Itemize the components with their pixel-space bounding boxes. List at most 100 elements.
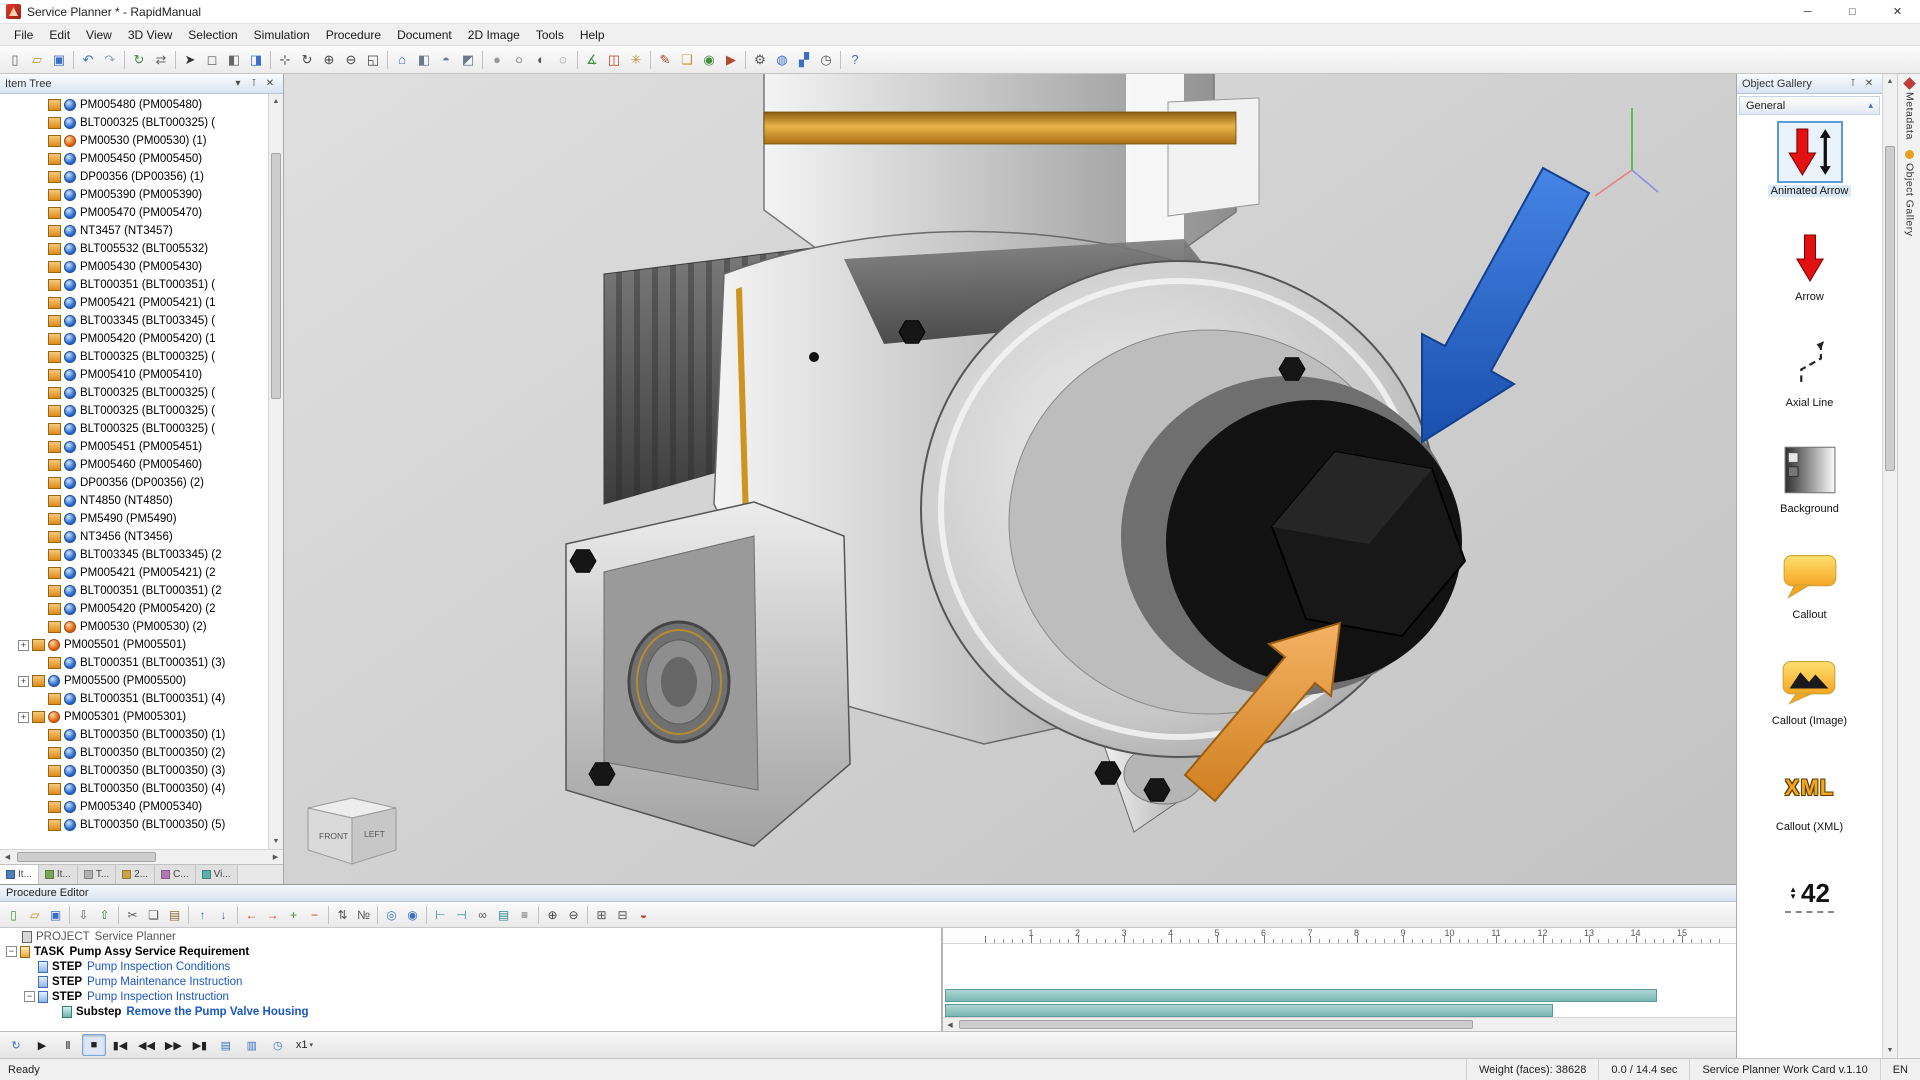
new-document-icon[interactable]: ▯ <box>4 49 26 71</box>
tree-item[interactable]: BLT003345 (BLT003345) (2 <box>0 546 268 564</box>
procedure-row-remove-the-pump-valve-housing[interactable]: Substep Remove the Pump Valve Housing <box>0 1004 941 1019</box>
tree-item[interactable]: PM005421 (PM005421) (1 <box>0 294 268 312</box>
scroll-thumb[interactable] <box>17 852 157 862</box>
chart-icon[interactable]: ▞ <box>793 49 815 71</box>
tree-item[interactable]: PM005460 (PM005460) <box>0 456 268 474</box>
view-top-icon[interactable]: ◓ <box>435 49 457 71</box>
collapse-group-icon[interactable]: ▴ <box>1868 100 1873 111</box>
pan-icon[interactable]: ⊹ <box>274 49 296 71</box>
tree-item[interactable]: PM00530 (PM00530) (1) <box>0 132 268 150</box>
tree-item[interactable]: BLT000350 (BLT000350) (5) <box>0 816 268 834</box>
scroll-right-icon[interactable]: ▶ <box>268 850 283 864</box>
tree-item[interactable]: PM005340 (PM005340) <box>0 798 268 816</box>
panel-tab-3[interactable]: T... <box>77 865 117 884</box>
render-shaded-icon[interactable]: ● <box>486 49 508 71</box>
gallery-item-callout[interactable]: Callout <box>1776 545 1843 621</box>
panel-tab-1[interactable]: It... <box>0 865 39 884</box>
renumber-icon[interactable]: № <box>353 904 374 925</box>
record-video-icon[interactable]: ▶ <box>720 49 742 71</box>
menu-3d-view[interactable]: 3D View <box>120 26 180 44</box>
procedure-timeline[interactable]: 1 2 3 4 5 6 7 8 9 10 11 12 13 14 15 ◀ <box>943 928 1736 1031</box>
timer-icon[interactable]: ◷ <box>815 49 837 71</box>
3d-model[interactable] <box>284 74 1736 884</box>
tree-item[interactable]: + PM005500 (PM005500) <box>0 672 268 690</box>
pin-icon[interactable]: ⊺ <box>1845 76 1861 92</box>
tree-item[interactable]: PM005450 (PM005450) <box>0 150 268 168</box>
minimize-button[interactable]: ─ <box>1785 0 1830 23</box>
tree-item[interactable]: BLT000325 (BLT000325) ( <box>0 420 268 438</box>
procedure-row-pump-maintenance-instruction[interactable]: STEP Pump Maintenance Instruction <box>0 974 941 989</box>
explode-icon[interactable]: ✳ <box>625 49 647 71</box>
blue-annotation-arrow[interactable] <box>1421 166 1591 444</box>
timeline-bar[interactable] <box>945 989 1657 1002</box>
panel-tab-4[interactable]: 2... <box>116 865 156 884</box>
tree-item[interactable]: + PM005301 (PM005301) <box>0 708 268 726</box>
collapse-icon[interactable]: − <box>6 946 17 957</box>
gallery-item-callout-image[interactable]: Callout (Image) <box>1769 651 1850 727</box>
collapse-all-icon[interactable]: ⊟ <box>612 904 633 925</box>
stop-button[interactable]: ■ <box>82 1034 106 1056</box>
sync-icon[interactable]: ⇄ <box>150 49 172 71</box>
callout-icon[interactable]: ❏ <box>676 49 698 71</box>
tree-item[interactable]: DP00356 (DP00356) (2) <box>0 474 268 492</box>
capture-sequence-button[interactable]: ▥ <box>240 1034 264 1056</box>
scroll-up-icon[interactable]: ▲ <box>1883 74 1897 89</box>
move-up-icon[interactable]: ↑ <box>192 904 213 925</box>
select-cursor-icon[interactable]: ➤ <box>179 49 201 71</box>
tree-item[interactable]: PM005470 (PM005470) <box>0 204 268 222</box>
menu-document[interactable]: Document <box>389 26 460 44</box>
link-steps-icon[interactable]: ∞ <box>472 904 493 925</box>
scroll-left-icon[interactable]: ◀ <box>943 1018 957 1031</box>
scroll-down-icon[interactable]: ▼ <box>269 834 283 849</box>
step-back-button[interactable]: ◀◀ <box>134 1034 159 1056</box>
measure-icon[interactable]: ∡ <box>581 49 603 71</box>
tree-item[interactable]: BLT000325 (BLT000325) ( <box>0 348 268 366</box>
expand-icon[interactable]: + <box>18 675 29 687</box>
settings-icon[interactable]: ⚙ <box>749 49 771 71</box>
panel-tab-6[interactable]: Vi... <box>195 865 238 884</box>
tree-item[interactable]: BLT003345 (BLT003345) ( <box>0 312 268 330</box>
loop-button[interactable]: ↻ <box>4 1034 28 1056</box>
cut-icon[interactable]: ✂ <box>122 904 143 925</box>
close-button[interactable]: ✕ <box>1875 0 1920 23</box>
expand-icon[interactable]: + <box>18 639 29 651</box>
expand-icon[interactable]: + <box>18 711 29 723</box>
tree-item[interactable]: BLT000351 (BLT000351) (2 <box>0 582 268 600</box>
go-end-button[interactable]: ▶▮ <box>188 1034 212 1056</box>
orbit-icon[interactable]: ↻ <box>296 49 318 71</box>
side-tab-metadata[interactable]: Metadata <box>1903 77 1916 140</box>
menu-procedure[interactable]: Procedure <box>318 26 389 44</box>
scroll-left-icon[interactable]: ◀ <box>0 850 15 864</box>
item-tree-horizontal-scrollbar[interactable]: ◀ ▶ <box>0 849 283 864</box>
promote-icon[interactable]: ← <box>241 904 262 925</box>
viewport-3d[interactable]: FRONT LEFT <box>284 74 1736 884</box>
scroll-down-icon[interactable]: ▼ <box>1883 1043 1897 1058</box>
paste-icon[interactable]: ▤ <box>164 904 185 925</box>
tree-item[interactable]: PM5490 (PM5490) <box>0 510 268 528</box>
step-forward-button[interactable]: ▶▶ <box>161 1034 186 1056</box>
tree-item[interactable]: PM005451 (PM005451) <box>0 438 268 456</box>
tree-item[interactable]: BLT000325 (BLT000325) ( <box>0 384 268 402</box>
tree-item[interactable]: BLT000350 (BLT000350) (2) <box>0 744 268 762</box>
tree-item[interactable]: BLT005532 (BLT005532) <box>0 240 268 258</box>
menu-file[interactable]: File <box>6 26 41 44</box>
go-start-button[interactable]: ▮◀ <box>108 1034 132 1056</box>
status-language[interactable]: EN <box>1879 1059 1920 1080</box>
tree-item[interactable]: BLT000351 (BLT000351) (3) <box>0 654 268 672</box>
view-iso-icon[interactable]: ◩ <box>457 49 479 71</box>
section-icon[interactable]: ◫ <box>603 49 625 71</box>
find-icon[interactable]: ◎ <box>381 904 402 925</box>
pin-icon[interactable]: ⊺ <box>246 76 262 92</box>
world-icon[interactable]: ◍ <box>771 49 793 71</box>
procedure-row-pump-inspection-instruction[interactable]: − STEP Pump Inspection Instruction <box>0 989 941 1004</box>
view-front-icon[interactable]: ◧ <box>413 49 435 71</box>
tree-item[interactable]: PM005410 (PM005410) <box>0 366 268 384</box>
tree-item[interactable]: BLT000350 (BLT000350) (3) <box>0 762 268 780</box>
zoom-out-icon[interactable]: ⊖ <box>340 49 362 71</box>
chevron-down-icon[interactable]: ▾ <box>230 76 246 92</box>
menu-help[interactable]: Help <box>572 26 613 44</box>
zoom-in-icon[interactable]: ⊕ <box>318 49 340 71</box>
copy-icon[interactable]: ❏ <box>143 904 164 925</box>
speed-button[interactable]: x1 ▾ <box>292 1034 317 1056</box>
tree-item[interactable]: BLT000351 (BLT000351) (4) <box>0 690 268 708</box>
